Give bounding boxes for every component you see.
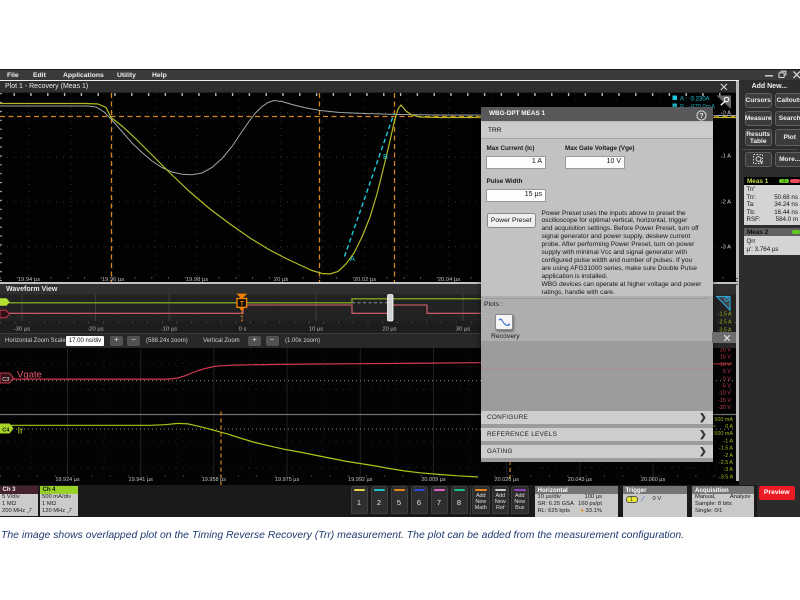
svg-text:-1.5 A: -1.5 A bbox=[718, 312, 732, 318]
svg-text:-2 A: -2 A bbox=[721, 199, 731, 205]
svg-text:-3.5 A: -3.5 A bbox=[719, 474, 733, 480]
svg-text:-1 A: -1 A bbox=[721, 153, 731, 159]
svg-text:20.026 µs: 20.026 µs bbox=[495, 477, 520, 483]
svg-text:-10 µs: -10 µs bbox=[161, 327, 177, 333]
svg-text:0 V: 0 V bbox=[723, 376, 731, 382]
svg-text:-1 A: -1 A bbox=[723, 438, 733, 444]
svg-text:-2.5 A: -2.5 A bbox=[719, 460, 733, 466]
svg-text:0 s: 0 s bbox=[239, 327, 247, 333]
svg-text:-2.5 A: -2.5 A bbox=[718, 320, 732, 326]
svg-text:B: B bbox=[383, 152, 388, 161]
svg-text:20 V: 20 V bbox=[720, 348, 731, 354]
svg-text:19.924 µs: 19.924 µs bbox=[55, 477, 80, 483]
svg-text:15 V: 15 V bbox=[720, 354, 731, 360]
svg-text:Vgate: Vgate bbox=[17, 369, 42, 380]
svg-text:-0 A: -0 A bbox=[721, 110, 731, 116]
svg-text:30 µs: 30 µs bbox=[456, 327, 470, 333]
svg-text:A: A bbox=[350, 254, 355, 263]
svg-text:10 V: 10 V bbox=[720, 361, 731, 367]
svg-text:20 µs: 20 µs bbox=[382, 327, 396, 333]
svg-text:-3 A: -3 A bbox=[723, 467, 733, 473]
svg-text:?: ? bbox=[699, 113, 703, 120]
svg-text:-3 A: -3 A bbox=[721, 244, 731, 250]
svg-text:19.941 µs: 19.941 µs bbox=[129, 477, 154, 483]
svg-text:A : -3.230A: A : -3.230A bbox=[680, 96, 710, 102]
svg-text:5 V: 5 V bbox=[723, 369, 731, 375]
svg-text:-5 V: -5 V bbox=[721, 383, 731, 389]
svg-text:10 µs: 10 µs bbox=[309, 327, 323, 333]
svg-text:0 A: 0 A bbox=[725, 424, 733, 430]
svg-text:Ir: Ir bbox=[18, 425, 24, 436]
svg-text:-1.5 A: -1.5 A bbox=[719, 445, 733, 451]
svg-text:C3: C3 bbox=[2, 377, 9, 383]
svg-text:19.992 µs: 19.992 µs bbox=[348, 477, 373, 483]
svg-text:-15 V: -15 V bbox=[718, 397, 731, 403]
svg-text:20.060 µs: 20.060 µs bbox=[641, 477, 666, 483]
svg-text:-30 µs: -30 µs bbox=[14, 327, 30, 333]
svg-text:20.009 µs: 20.009 µs bbox=[421, 477, 446, 483]
svg-text:C4: C4 bbox=[2, 427, 10, 433]
svg-text:20.043 µs: 20.043 µs bbox=[568, 477, 593, 483]
svg-text:-10 V: -10 V bbox=[718, 390, 731, 396]
svg-text:-20 V: -20 V bbox=[718, 405, 731, 411]
svg-text:-2 A: -2 A bbox=[723, 452, 733, 458]
svg-text:19.958 µs: 19.958 µs bbox=[202, 477, 227, 483]
svg-text:-20 µs: -20 µs bbox=[87, 327, 103, 333]
svg-text:19.975 µs: 19.975 µs bbox=[275, 477, 300, 483]
svg-text:500 mA: 500 mA bbox=[714, 416, 733, 422]
svg-text:-500 mA: -500 mA bbox=[713, 431, 734, 437]
